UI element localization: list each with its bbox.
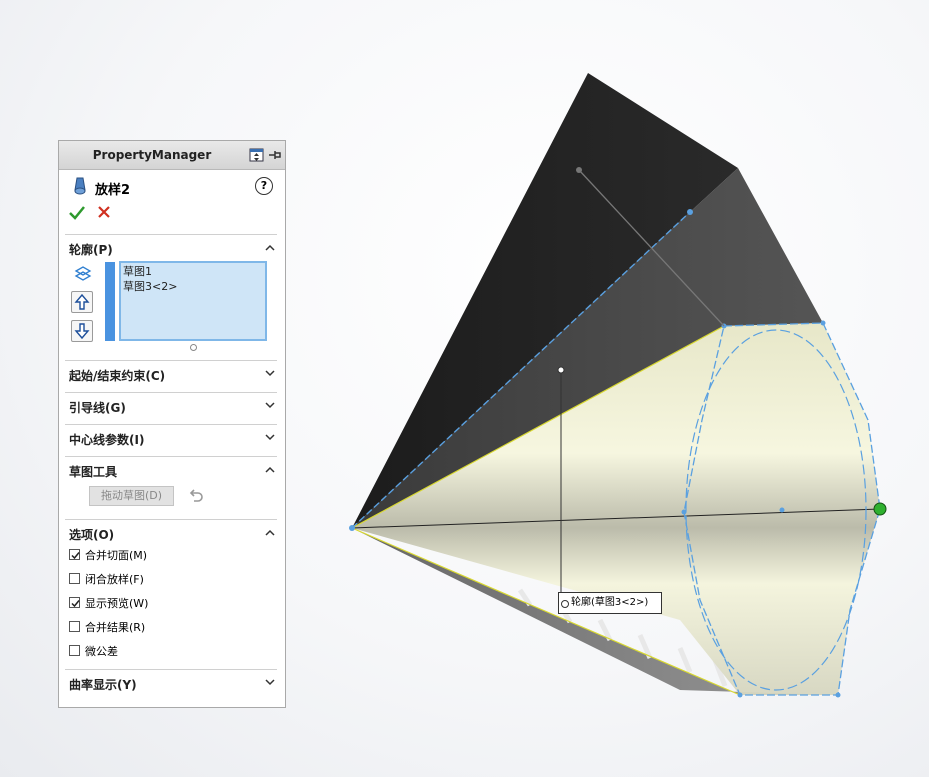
property-manager-header: PropertyManager xyxy=(59,141,285,170)
profiles-section-title: 轮廓(P) xyxy=(69,243,113,257)
connector-handle[interactable] xyxy=(873,502,887,516)
help-icon[interactable]: ? xyxy=(255,177,273,195)
callout-anchor xyxy=(561,600,569,608)
profiles-section: 轮廓(P) xyxy=(65,234,277,261)
graphics-viewport[interactable] xyxy=(290,60,929,777)
pin-icon[interactable] xyxy=(267,148,282,162)
profile-callout[interactable]: 轮廓(草图3<2>) xyxy=(558,592,662,614)
loft-feature-icon xyxy=(74,177,86,195)
option-label: 合并切面(M) xyxy=(85,549,148,562)
guides-section-title: 引导线(G) xyxy=(69,401,126,415)
options-title: 选项(O) xyxy=(69,528,115,542)
move-up-button[interactable] xyxy=(71,291,93,313)
guides-section[interactable]: 引导线(G) xyxy=(65,392,277,419)
checkbox[interactable] xyxy=(69,549,80,560)
sketch-tools-title: 草图工具 xyxy=(69,465,118,479)
curvature-section[interactable]: 曲率显示(Y) xyxy=(65,669,277,696)
undo-icon[interactable] xyxy=(187,487,205,505)
drag-sketch-button[interactable]: 拖动草图(D) xyxy=(89,486,174,506)
arrow-down-icon xyxy=(74,323,90,340)
profile-selection-icon xyxy=(74,266,92,281)
property-manager-title: PropertyManager xyxy=(92,148,212,162)
list-item[interactable]: 草图1 xyxy=(123,264,263,279)
resize-handle[interactable] xyxy=(190,344,197,351)
checkbox[interactable] xyxy=(69,597,80,608)
expand-panel-icon[interactable] xyxy=(249,148,264,162)
constraints-section-title: 起始/结束约束(C) xyxy=(69,369,166,383)
move-down-button[interactable] xyxy=(71,320,93,342)
option-label: 显示预览(W) xyxy=(85,597,149,610)
feature-row: 放样2 ? xyxy=(71,177,273,199)
chevron-up-icon[interactable] xyxy=(265,466,275,473)
cancel-button[interactable] xyxy=(97,205,111,219)
options-header[interactable]: 选项(O) xyxy=(65,520,277,546)
option-label: 微公差 xyxy=(85,645,118,658)
chevron-up-icon[interactable] xyxy=(265,529,275,536)
options-section: 选项(O) xyxy=(65,519,277,546)
option-label: 合并结果(R) xyxy=(85,621,146,634)
profile-list-marker xyxy=(105,262,115,341)
chevron-up-icon[interactable] xyxy=(265,244,275,251)
checkbox[interactable] xyxy=(69,621,80,632)
checkbox[interactable] xyxy=(69,645,80,656)
list-item[interactable]: 草图3<2> xyxy=(123,279,263,294)
checkbox[interactable] xyxy=(69,573,80,584)
property-manager-panel: PropertyManager 放样2 ? 轮廓(P) 草图1 草图3<2> 起… xyxy=(58,140,286,708)
option-label: 闭合放样(F) xyxy=(85,573,144,586)
ok-button[interactable] xyxy=(69,205,85,221)
sketch-tools-header[interactable]: 草图工具 xyxy=(65,457,277,483)
chevron-down-icon[interactable] xyxy=(265,370,275,377)
arrow-up-icon xyxy=(74,293,90,310)
callout-text: 轮廓(草图3<2>) xyxy=(571,597,649,608)
chevron-down-icon[interactable] xyxy=(265,402,275,409)
profiles-section-header[interactable]: 轮廓(P) xyxy=(65,235,277,261)
sketch-tools-section: 草图工具 xyxy=(65,456,277,483)
chevron-down-icon[interactable] xyxy=(265,679,275,686)
constraints-section[interactable]: 起始/结束约束(C) xyxy=(65,360,277,387)
centerline-section[interactable]: 中心线参数(I) xyxy=(65,424,277,451)
chevron-down-icon[interactable] xyxy=(265,434,275,441)
centerline-section-title: 中心线参数(I) xyxy=(69,433,145,447)
profile-list[interactable]: 草图1 草图3<2> xyxy=(119,261,267,341)
curvature-title: 曲率显示(Y) xyxy=(69,678,137,692)
feature-name: 放样2 xyxy=(95,183,131,198)
